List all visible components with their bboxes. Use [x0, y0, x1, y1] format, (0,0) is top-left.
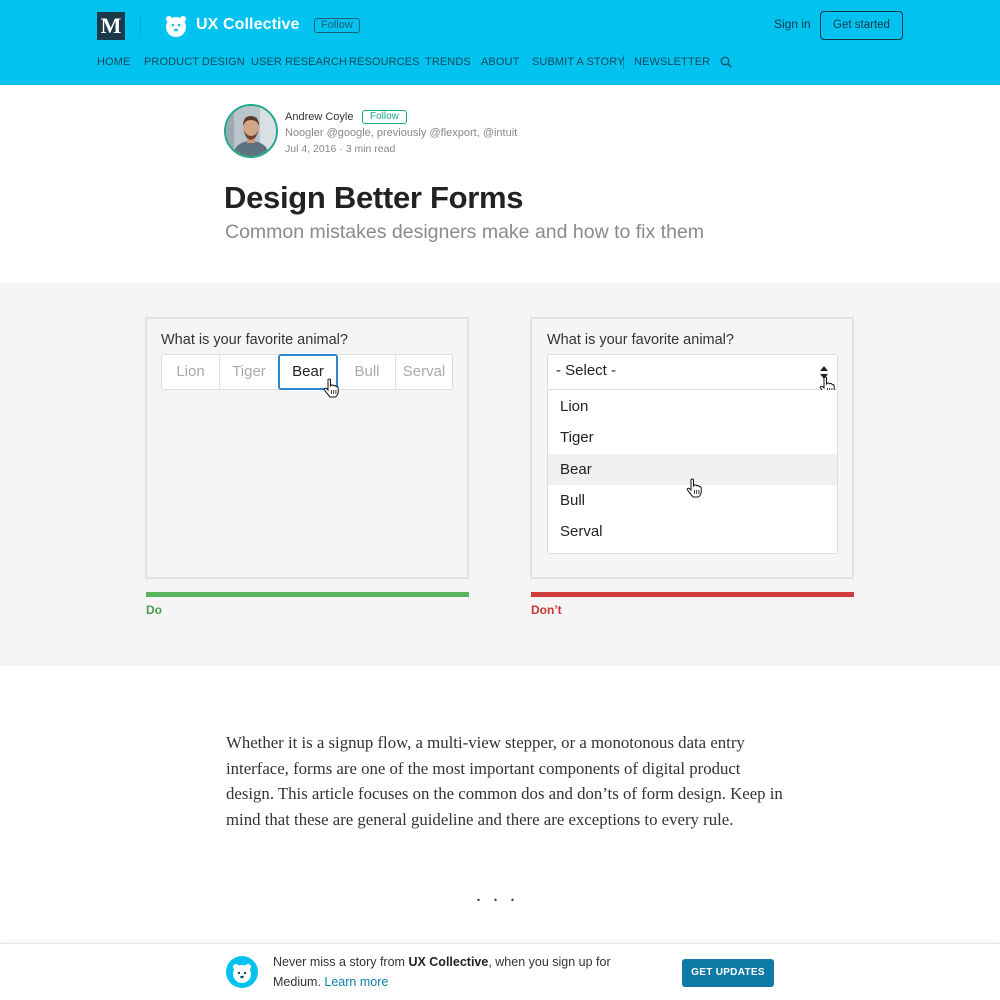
sign-in-link[interactable]: Sign in	[774, 17, 811, 31]
author-bio: Noogler @google, previously @flexport, @…	[285, 127, 518, 139]
nav-submit-a-story[interactable]: SUBMIT A STORY	[532, 56, 625, 68]
bear-icon	[233, 964, 251, 983]
nav-home[interactable]: HOME	[97, 56, 130, 68]
medium-logo[interactable]: M	[97, 12, 125, 40]
nav-trends[interactable]: TRENDS	[425, 56, 471, 68]
do-indicator-bar	[146, 592, 469, 597]
nav-newsletter[interactable]: NEWSLETTER	[634, 56, 710, 68]
signup-text-prefix: Never miss a story from	[273, 955, 409, 969]
section-separator: ...	[476, 884, 527, 906]
publication-name[interactable]: UX Collective	[196, 16, 300, 34]
get-started-button[interactable]: Get started	[820, 11, 903, 40]
nav-product-design[interactable]: PRODUCT DESIGN	[144, 56, 245, 68]
dropdown-option[interactable]: Tiger	[548, 422, 837, 453]
do-question-label: What is your favorite animal?	[161, 332, 348, 348]
ux-collective-logo[interactable]	[226, 956, 258, 988]
hand-cursor-icon	[323, 378, 339, 398]
header-divider	[140, 14, 141, 38]
segment-option[interactable]: Serval	[396, 355, 452, 389]
signup-publication-name: UX Collective	[408, 955, 489, 969]
segment-option[interactable]: Lion	[162, 355, 219, 389]
segment-option[interactable]: Bull	[338, 355, 396, 389]
select-placeholder: - Select -	[556, 362, 617, 379]
author-avatar[interactable]	[224, 104, 278, 158]
dont-question-label: What is your favorite animal?	[547, 332, 734, 348]
author-photo	[226, 106, 276, 156]
follow-publication-button[interactable]: Follow	[314, 18, 360, 33]
article-title: Design Better Forms	[224, 180, 524, 215]
nav-resources[interactable]: RESOURCES	[349, 56, 420, 68]
article-paragraph: Whether it is a signup flow, a multi-vie…	[226, 733, 783, 829]
dont-caption: Don’t	[531, 603, 562, 617]
follow-author-button[interactable]: Follow	[362, 110, 407, 124]
site-header: M UX Collective Follow Sign in Get start…	[0, 0, 1000, 85]
post-meta: Jul 4, 2016 · 3 min read	[285, 143, 396, 155]
signup-message: Never miss a story from UX Collective, w…	[273, 953, 633, 992]
nav-divider	[623, 55, 624, 69]
nav-about[interactable]: ABOUT	[481, 56, 519, 68]
select-dropdown-menu: Lion Tiger Bear Bull Serval	[547, 390, 838, 554]
dropdown-option[interactable]: Lion	[548, 391, 837, 422]
search-icon[interactable]	[720, 56, 732, 68]
hand-cursor-icon	[686, 478, 702, 498]
dropdown-option[interactable]: Serval	[548, 516, 837, 547]
segment-option[interactable]: Tiger	[220, 355, 278, 389]
learn-more-link[interactable]: Learn more	[324, 975, 388, 989]
author-name[interactable]: Andrew Coyle	[285, 111, 353, 123]
dont-indicator-bar	[531, 592, 854, 597]
ux-collective-bear-icon[interactable]	[164, 14, 188, 38]
get-updates-button[interactable]: GET UPDATES	[682, 959, 774, 987]
do-caption: Do	[146, 603, 162, 617]
article-subtitle: Common mistakes designers make and how t…	[225, 221, 705, 243]
nav-user-research[interactable]: USER RESEARCH	[251, 56, 347, 68]
